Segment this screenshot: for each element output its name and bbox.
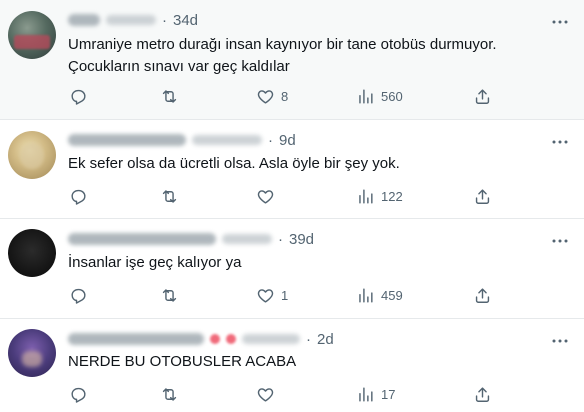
retweet-button[interactable] <box>160 382 179 406</box>
tweet-text-line: İnsanlar işe geç kalıyor ya <box>68 254 242 271</box>
author-handle[interactable] <box>222 234 272 244</box>
tweet-header: · 9d <box>68 130 296 150</box>
reply-button[interactable] <box>69 382 88 406</box>
author-name[interactable] <box>68 14 100 26</box>
tweet-text-line: Ek sefer olsa da ücretli olsa. Asla öyle… <box>68 155 400 172</box>
share-icon <box>475 287 490 303</box>
action-bar: 17 <box>60 382 500 406</box>
author-handle[interactable] <box>242 334 300 344</box>
views-icon <box>359 88 373 104</box>
retweet-icon <box>162 189 177 203</box>
more-icon[interactable] <box>550 231 570 251</box>
avatar[interactable] <box>8 329 56 377</box>
reply-button[interactable] <box>69 283 88 307</box>
views-button[interactable]: 560 <box>356 84 403 108</box>
tweet-text: İnsanlar işe geç kalıyor ya <box>68 252 566 274</box>
views-button[interactable]: 122 <box>356 184 403 208</box>
separator-dot: · <box>162 11 167 29</box>
share-icon <box>475 188 490 204</box>
like-button[interactable] <box>256 184 281 208</box>
share-button[interactable] <box>473 283 492 307</box>
tweet-text-line: NERDE BU OTOBUSLER ACABA <box>68 353 297 370</box>
avatar[interactable] <box>8 131 56 179</box>
author-name[interactable] <box>68 134 186 146</box>
reply-icon <box>71 288 86 304</box>
tweet-header: · 34d <box>68 10 198 30</box>
timestamp[interactable]: 34d <box>173 12 198 29</box>
timestamp[interactable]: 39d <box>289 231 314 248</box>
views-icon <box>359 287 373 303</box>
action-bar: 122 <box>60 184 500 208</box>
retweet-icon <box>162 387 177 401</box>
tweet-header: · 39d <box>68 229 314 249</box>
reply-button[interactable] <box>69 184 88 208</box>
tweet-text-line: Çocukların sınavı var geç kaldılar <box>68 58 290 75</box>
like-count: 1 <box>281 287 289 303</box>
retweet-button[interactable] <box>160 283 179 307</box>
share-button[interactable] <box>473 84 492 108</box>
separator-dot: · <box>306 330 311 348</box>
heart-icon <box>257 288 274 303</box>
views-count: 560 <box>381 88 403 104</box>
tweet-header: · 2d <box>68 329 334 349</box>
timestamp[interactable]: 9d <box>279 132 296 149</box>
like-button[interactable] <box>256 382 281 406</box>
views-count: 17 <box>381 386 396 402</box>
more-icon[interactable] <box>550 12 570 32</box>
share-button[interactable] <box>473 382 492 406</box>
views-count: 459 <box>381 287 403 303</box>
views-count: 122 <box>381 188 403 204</box>
timestamp[interactable]: 2d <box>317 331 334 348</box>
emoji-icon <box>226 334 236 344</box>
like-button[interactable]: 8 <box>256 84 288 108</box>
heart-icon <box>257 387 274 402</box>
author-name[interactable] <box>68 333 204 345</box>
tweet-text: Umraniye metro durağı insan kaynıyor bir… <box>68 34 566 78</box>
action-bar: 1 459 <box>60 283 500 307</box>
more-icon[interactable] <box>550 331 570 351</box>
reply-icon <box>71 189 86 205</box>
avatar[interactable] <box>8 11 56 59</box>
share-icon <box>475 386 490 402</box>
heart-icon <box>257 189 274 204</box>
heart-icon <box>257 89 274 104</box>
share-button[interactable] <box>473 184 492 208</box>
views-button[interactable]: 459 <box>356 283 403 307</box>
separator-dot: · <box>268 131 273 149</box>
action-bar: 8 560 <box>60 84 500 108</box>
retweet-icon <box>162 89 177 103</box>
retweet-icon <box>162 288 177 302</box>
reply-icon <box>71 387 86 403</box>
author-handle[interactable] <box>106 15 156 25</box>
share-icon <box>475 88 490 104</box>
author-name[interactable] <box>68 233 216 245</box>
author-handle[interactable] <box>192 135 262 145</box>
more-icon[interactable] <box>550 132 570 152</box>
reply-icon <box>71 89 86 105</box>
emoji-icon <box>210 334 220 344</box>
retweet-button[interactable] <box>160 84 179 108</box>
views-icon <box>359 188 373 204</box>
views-button[interactable]: 17 <box>356 382 395 406</box>
like-count: 8 <box>281 88 289 104</box>
like-button[interactable]: 1 <box>256 283 288 307</box>
tweet-text: NERDE BU OTOBUSLER ACABA <box>68 351 566 373</box>
tweet-text-line: Umraniye metro durağı insan kaynıyor bir… <box>68 36 497 53</box>
views-icon <box>359 386 373 402</box>
separator-dot: · <box>278 230 283 248</box>
retweet-button[interactable] <box>160 184 179 208</box>
reply-button[interactable] <box>69 84 88 108</box>
tweet-text: Ek sefer olsa da ücretli olsa. Asla öyle… <box>68 153 566 175</box>
avatar[interactable] <box>8 229 56 277</box>
